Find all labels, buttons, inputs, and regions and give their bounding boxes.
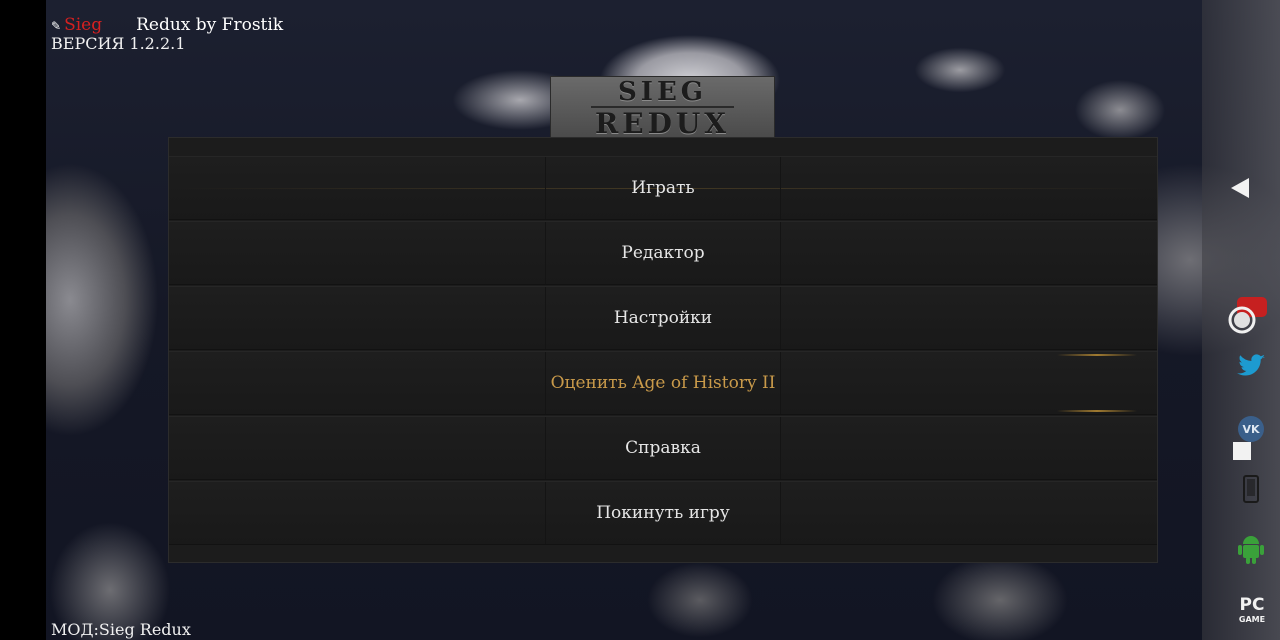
menu-label: Настройки — [613, 308, 713, 328]
game-title: ✎ Sieg Redux by Frostik — [51, 15, 283, 35]
menu-label: Играть — [631, 178, 695, 198]
brand-name: Sieg — [64, 15, 103, 35]
game-main-menu-screen: ✎ Sieg Redux by Frostik ВЕРСИЯ 1.2.2.1 SIE… — [0, 0, 1280, 640]
vk-icon[interactable]: VK — [1238, 416, 1264, 442]
left-black-bar — [0, 0, 46, 640]
twitter-icon[interactable] — [1234, 352, 1268, 382]
main-menu: Играть Редактор Настройки Оценить Age of… — [168, 137, 1158, 563]
android-icon[interactable] — [1236, 532, 1266, 566]
menu-gold-accent-top — [1057, 354, 1137, 356]
title-rest: Redux by Frostik — [136, 15, 284, 35]
menu-label: Редактор — [621, 243, 705, 263]
pc-text: PC — [1239, 594, 1265, 615]
menu-label: Оценить Age of History II — [550, 373, 776, 393]
menu-item-help[interactable]: Справка — [169, 416, 1157, 480]
menu-item-play[interactable]: Играть — [169, 156, 1157, 220]
logo-line-2: REDUX — [594, 107, 731, 140]
stop-icon[interactable] — [1233, 442, 1251, 460]
record-icon[interactable] — [1227, 305, 1257, 335]
mod-label: МОД:Sieg Redux — [51, 620, 191, 639]
menu-item-editor[interactable]: Редактор — [169, 221, 1157, 285]
menu-gold-accent-bottom — [1057, 410, 1137, 412]
menu-item-settings[interactable]: Настройки — [169, 286, 1157, 350]
menu-item-rate-game[interactable]: Оценить Age of History II — [169, 351, 1157, 415]
back-arrow-icon[interactable] — [1226, 174, 1254, 202]
menu-item-exit-game[interactable]: Покинуть игру — [169, 481, 1157, 545]
game-text: GAME — [1238, 614, 1266, 624]
pc-game-icon[interactable]: PC GAME — [1234, 592, 1270, 628]
phone-icon[interactable] — [1242, 474, 1260, 504]
version-label: ВЕРСИЯ 1.2.2.1 — [51, 34, 186, 53]
menu-label: Покинуть игру — [596, 503, 730, 523]
menu-label: Справка — [625, 438, 701, 458]
logo-line-1: SIEG — [618, 77, 707, 107]
pen-icon: ✎ — [51, 19, 62, 33]
sieg-redux-logo: SIEG REDUX — [550, 76, 775, 140]
